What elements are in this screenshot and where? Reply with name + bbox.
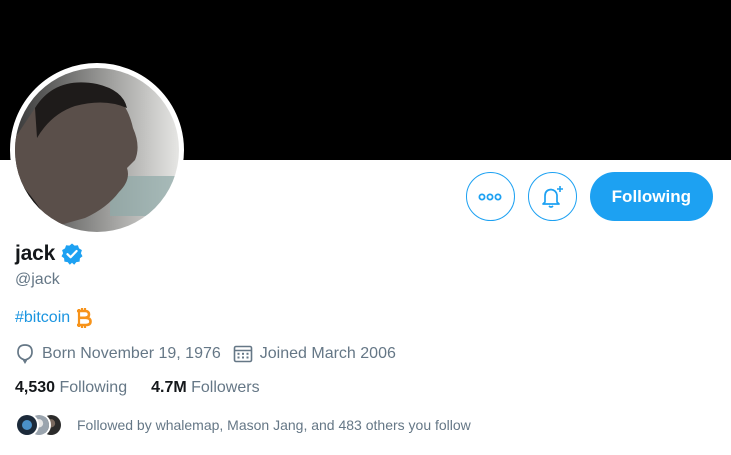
birthday-item: Born November 19, 1976: [15, 343, 221, 365]
followed-by-row[interactable]: Followed by whalemap, Mason Jang, and 48…: [15, 413, 471, 437]
avatar-photo: [15, 68, 179, 232]
profile-bio: #bitcoin: [15, 307, 92, 329]
notifications-button[interactable]: [527, 172, 577, 221]
followers-label: Followers: [191, 379, 260, 396]
bell-plus-icon: [542, 185, 564, 208]
balloon-icon: [17, 344, 33, 364]
more-icon: [478, 193, 502, 200]
bitcoin-hashtag-link[interactable]: #bitcoin: [15, 309, 70, 327]
mutual-avatars: [15, 413, 65, 437]
following-count: 4,530: [15, 379, 56, 396]
calendar-icon: [233, 345, 253, 363]
verified-badge-icon: [61, 243, 83, 265]
birthday-text: Born November 19, 1976: [42, 345, 221, 362]
joined-item: Joined March 2006: [233, 344, 396, 364]
followers-count: 4.7M: [151, 379, 187, 396]
profile-avatar[interactable]: [10, 63, 184, 237]
more-button[interactable]: [465, 172, 515, 221]
mutual-avatar: [15, 413, 39, 437]
profile-stats: 4,530 Following 4.7M Followers: [15, 379, 260, 397]
following-label: Following: [59, 379, 128, 396]
profile-actions: Following: [465, 172, 713, 221]
profile-meta: Born November 19, 1976 Joined March 2006: [15, 343, 408, 365]
profile-name-row: jack: [15, 242, 84, 266]
joined-text: Joined March 2006: [259, 345, 396, 362]
bitcoin-icon: [77, 308, 92, 328]
following-button[interactable]: Following: [589, 172, 713, 221]
following-stat-link[interactable]: 4,530 Following: [15, 379, 127, 397]
profile-handle: @jack: [15, 271, 60, 288]
profile-name: jack: [15, 242, 56, 265]
followers-stat-link[interactable]: 4.7M Followers: [151, 379, 260, 397]
followed-by-text: Followed by whalemap, Mason Jang, and 48…: [77, 417, 471, 433]
